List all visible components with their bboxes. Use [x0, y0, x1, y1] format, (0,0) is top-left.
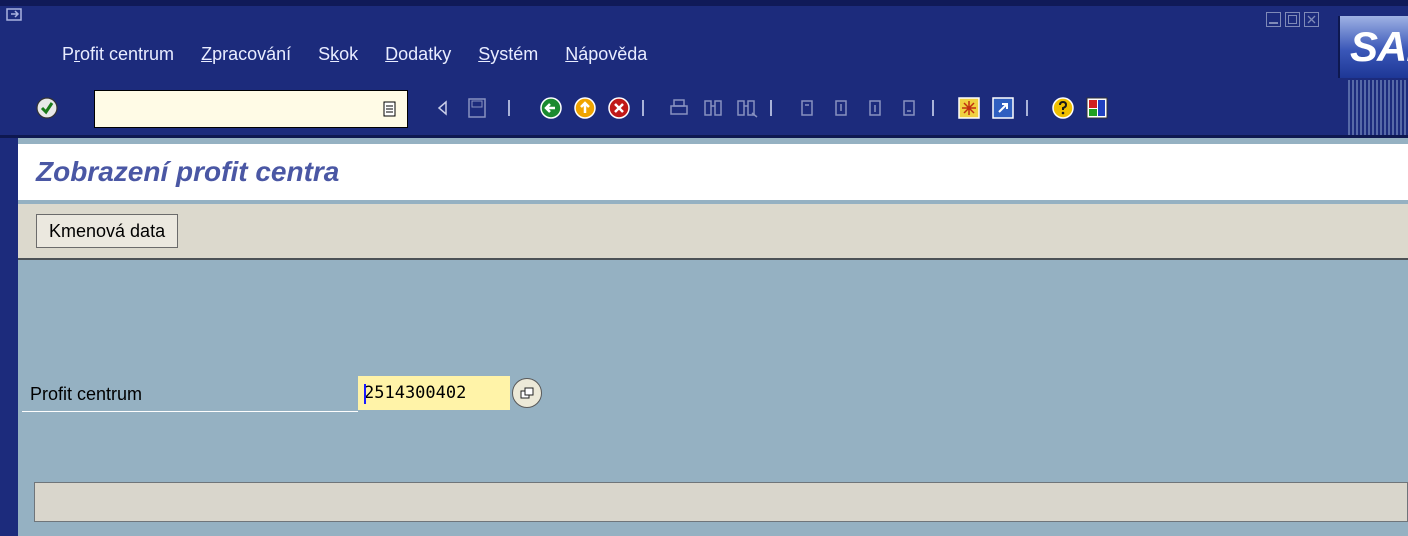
field-underline: [22, 411, 358, 412]
standard-toolbar: [0, 80, 1408, 138]
layout-menu-icon[interactable]: [1086, 97, 1108, 119]
enter-check-icon[interactable]: [36, 97, 58, 119]
find-next-icon[interactable]: [736, 97, 758, 119]
minimize-icon[interactable]: [1266, 12, 1281, 27]
menu-item[interactable]: Nápověda: [565, 44, 647, 65]
menu-item[interactable]: Skok: [318, 44, 358, 65]
screen-header: Zobrazení profit centra: [18, 144, 1408, 200]
exit-icon[interactable]: [574, 97, 596, 119]
print-icon[interactable]: [668, 97, 690, 119]
next-page-icon[interactable]: [864, 97, 886, 119]
master-data-button[interactable]: Kmenová data: [36, 214, 179, 248]
back-icon[interactable]: [540, 97, 562, 119]
application-toolbar: Kmenová data: [18, 204, 1408, 260]
window-frame-left: [0, 138, 18, 536]
command-input[interactable]: [95, 91, 373, 127]
maximize-icon[interactable]: [1285, 12, 1300, 27]
help-icon[interactable]: [1052, 97, 1074, 119]
save-icon[interactable]: [466, 97, 488, 119]
create-session-icon[interactable]: [958, 97, 980, 119]
text-cursor: [364, 384, 366, 404]
menu-item[interactable]: Profit centrum: [62, 44, 174, 65]
window-controls: [1266, 12, 1319, 27]
back-triangle-icon[interactable]: [432, 97, 454, 119]
profit-center-input[interactable]: [358, 376, 510, 410]
close-icon[interactable]: [1304, 12, 1319, 27]
menu-item[interactable]: Dodatky: [385, 44, 451, 65]
menu-bar: Profit centrum Zpracování Skok Dodatky Systé…: [62, 44, 674, 65]
menu-item[interactable]: Systém: [478, 44, 538, 65]
first-page-icon[interactable]: [796, 97, 818, 119]
value-help-button[interactable]: [512, 378, 542, 408]
cancel-icon[interactable]: [608, 97, 630, 119]
possible-entries-icon: [520, 387, 534, 399]
system-menu-icon[interactable]: [6, 8, 24, 24]
last-page-icon[interactable]: [898, 97, 920, 119]
previous-page-icon[interactable]: [830, 97, 852, 119]
title-bar: Profit centrum Zpracování Skok Dodatky Systé…: [0, 0, 1408, 80]
sap-logo: SAP: [1338, 16, 1408, 78]
shortcut-icon[interactable]: [992, 97, 1014, 119]
find-icon[interactable]: [702, 97, 724, 119]
status-bar: [34, 482, 1408, 522]
command-field-dropdown-icon[interactable]: [383, 101, 397, 117]
menu-item[interactable]: Zpracování: [201, 44, 291, 65]
profit-center-label: Profit centrum: [30, 384, 143, 404]
command-field[interactable]: [94, 90, 408, 128]
page-title: Zobrazení profit centra: [36, 156, 340, 187]
